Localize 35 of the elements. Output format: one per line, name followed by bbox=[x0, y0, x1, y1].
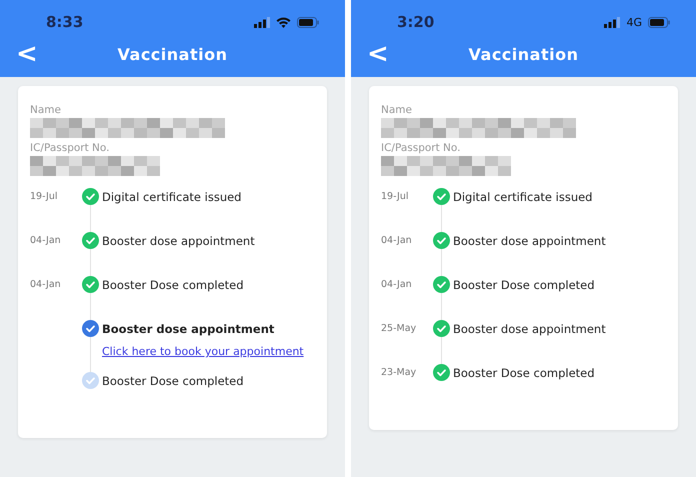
field-label: Name bbox=[30, 104, 62, 116]
step-title: Booster Dose completed bbox=[453, 277, 596, 292]
step-date: 04-Jan bbox=[381, 278, 413, 290]
field-label: IC/Passport No. bbox=[381, 142, 462, 154]
step-title: Booster dose appointment bbox=[453, 233, 607, 248]
step-title: Booster Dose completed bbox=[102, 277, 245, 292]
step-title: Booster dose appointment bbox=[102, 233, 256, 248]
screen-title: Vaccination bbox=[118, 44, 228, 64]
screen-title: Vaccination bbox=[468, 44, 578, 64]
wifi-icon bbox=[276, 16, 291, 28]
step-date: 04-Jan bbox=[381, 234, 413, 246]
step-date: 19-Jul bbox=[381, 190, 410, 202]
battery-icon bbox=[648, 16, 670, 28]
back-button[interactable]: < bbox=[12, 40, 42, 68]
signal-icon bbox=[254, 16, 270, 28]
book-appointment-link[interactable]: Click here to book your appointment bbox=[102, 345, 315, 358]
field-label: Name bbox=[381, 104, 413, 116]
step-title: Booster Dose completed bbox=[102, 373, 245, 388]
step-title: Booster dose appointment bbox=[453, 321, 607, 336]
step-date: 25-May bbox=[381, 322, 418, 334]
step-title: Digital certificate issued bbox=[453, 189, 594, 204]
network-label: 4G bbox=[626, 16, 642, 28]
status-time: 3:20 bbox=[397, 13, 434, 31]
back-button[interactable]: < bbox=[363, 40, 393, 68]
signal-icon bbox=[604, 16, 620, 28]
step-title: Booster Dose completed bbox=[453, 365, 596, 380]
step-date: 04-Jan bbox=[30, 278, 62, 290]
field-label: IC/Passport No. bbox=[30, 142, 110, 154]
step-date: 19-Jul bbox=[30, 190, 59, 202]
step-date: 23-May bbox=[381, 366, 418, 378]
battery-icon bbox=[297, 16, 319, 28]
step-date: 04-Jan bbox=[30, 234, 62, 246]
step-title: Digital certificate issued bbox=[102, 189, 242, 204]
step-title: Booster dose appointment bbox=[102, 321, 276, 336]
status-time: 8:33 bbox=[46, 13, 84, 31]
